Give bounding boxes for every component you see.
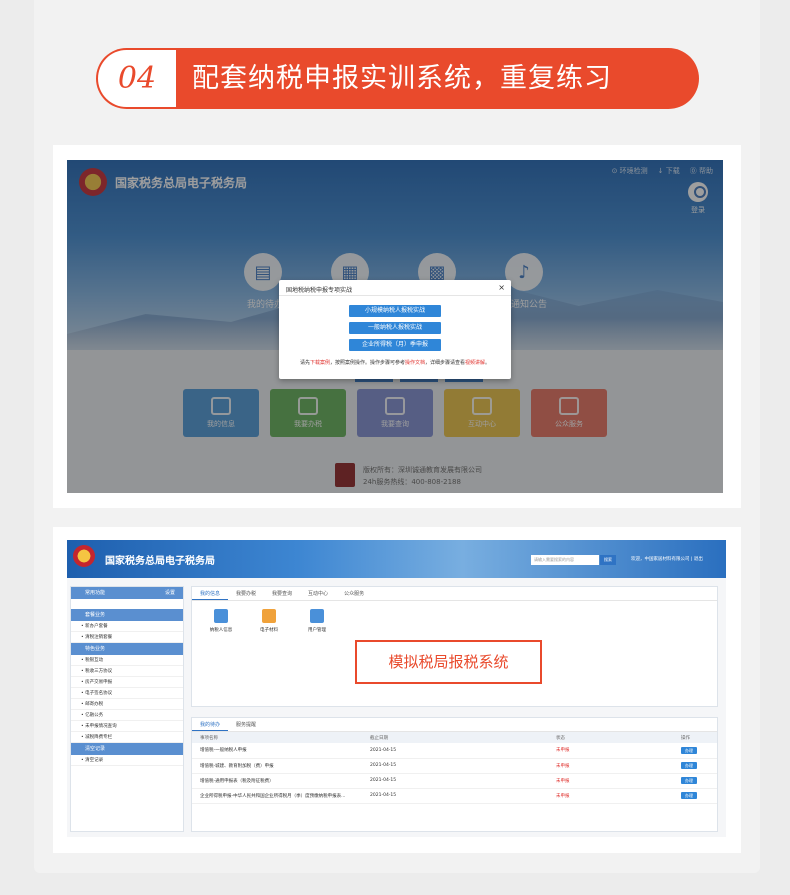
corporate-income-tax-button[interactable]: 企业所得税（月）季申报 (349, 339, 441, 351)
sidebar-group-header[interactable]: 套餐业务 (71, 609, 183, 621)
callout-label: 模拟税局报税系统 (355, 640, 542, 684)
quick-label: 电子材料 (260, 628, 278, 633)
task-name: 增值税-一般纳税人申报 (192, 743, 362, 759)
modal-title: 国地税纳税申报专项实战 (286, 287, 353, 294)
id-card-icon (214, 609, 228, 623)
section-number: 04 (98, 50, 176, 107)
action-cell: 办理 (673, 743, 717, 759)
quick-label: 纳税人信息 (209, 628, 233, 633)
deadline: 2021-04-15 (362, 743, 548, 759)
section-header: 04 配套纳税申报实训系统，重复练习 (96, 48, 699, 109)
column-header: 事项名称 (192, 732, 362, 743)
action-cell: 办理 (673, 758, 717, 774)
note-text: 。 (485, 360, 491, 366)
tab-interaction[interactable]: 互动中心 (300, 587, 336, 600)
todo-panel: 我的待办 服务提醒 事项名称 截止日期 状态 操作 增值税-一般纳税人申报 20… (191, 717, 718, 832)
content-card: 04 配套纳税申报实训系统，重复练习 国家税务总局电子税务局 ⊙ 环境检测 ↓ … (34, 0, 760, 873)
status-badge: 未申报 (548, 743, 673, 759)
general-taxpayer-button[interactable]: 一般纳税人报税实战 (349, 322, 441, 334)
quick-taxpayer-info[interactable]: 纳税人信息 (206, 609, 236, 633)
sidebar-item[interactable]: • 减税降费专栏 (71, 732, 183, 743)
action-cell: 办理 (673, 773, 717, 789)
column-header: 操作 (673, 732, 717, 743)
tax-emblem-icon (73, 545, 95, 567)
quick-user-management[interactable]: 用户管理 (302, 609, 332, 633)
sidebar-header-label: 常用功能 (85, 590, 106, 596)
tab-public-service[interactable]: 公众服务 (336, 587, 372, 600)
tab-tax-handling[interactable]: 我要办税 (228, 587, 264, 600)
todo-table: 事项名称 截止日期 状态 操作 增值税-一般纳税人申报 2021-04-15 未… (192, 732, 717, 804)
status-badge: 未申报 (548, 758, 673, 774)
tab-service-reminder[interactable]: 服务提醒 (228, 718, 264, 731)
status-badge: 未申报 (548, 788, 673, 804)
sidebar-header: 常用功能 设置 (71, 587, 183, 599)
section-title: 配套纳税申报实训系统，重复练习 (192, 63, 612, 94)
close-icon[interactable]: × (498, 283, 505, 292)
task-name: 增值税-通用申报表（税及附征税费） (192, 773, 362, 789)
handle-button[interactable]: 办理 (681, 746, 697, 754)
operation-doc-link[interactable]: 操作文档 (405, 360, 425, 366)
sidebar-item[interactable]: • 清税注销套餐 (71, 632, 183, 643)
download-case-link[interactable]: 下载案例 (310, 360, 330, 366)
folder-icon (262, 609, 276, 623)
sidebar-item[interactable]: • 清空记录 (71, 755, 183, 766)
note-text: 请先 (299, 360, 310, 366)
search-button[interactable]: 搜索 (600, 555, 616, 565)
modal-instructions: 请先下载案例，按照案例操作。操作步骤可参考操作文档，详细步骤请查看视频讲解。 (279, 359, 511, 366)
note-text: ，按照案例操作。操作步骤可参考 (329, 360, 405, 366)
handle-button[interactable]: 办理 (681, 792, 697, 799)
tab-my-todo[interactable]: 我的待办 (192, 718, 229, 731)
sidebar-item[interactable]: • 房产交易申报 (71, 677, 183, 688)
screenshot-panel-1: 国家税务总局电子税务局 ⊙ 环境检测 ↓ 下载 ⓪ 帮助 登录 ▤ 我的待办 ▦… (53, 145, 741, 508)
search-input[interactable]: 请输入需要搜索的内容 (531, 555, 599, 565)
welcome-text: 欢迎，中国家居材料有限公司 | 退出 (631, 557, 703, 562)
sidebar-item[interactable]: • 邮寄办税 (71, 699, 183, 710)
main-tabs: 我的信息 我要办税 我要查询 互动中心 公众服务 (192, 587, 717, 601)
table-row: 增值税-城建、教育附加税（费）申报 2021-04-15 未申报 办理 (192, 758, 717, 774)
action-cell: 办理 (673, 788, 717, 804)
todo-tabs: 我的待办 服务提醒 (192, 718, 717, 732)
task-name: 增值税-城建、教育附加税（费）申报 (192, 758, 362, 774)
etax-workspace-screenshot: 国家税务总局电子税务局 请输入需要搜索的内容 搜索 欢迎，中国家居材料有限公司 … (67, 540, 726, 837)
quick-e-materials[interactable]: 电子材料 (254, 609, 284, 633)
column-header: 截止日期 (362, 732, 548, 743)
table-row: 增值税-一般纳税人申报 2021-04-15 未申报 办理 (192, 743, 717, 759)
task-name: 企业所得税申报-中华人民共和国企业所得税月（季）度预缴纳税申报表... (192, 788, 362, 804)
divider (279, 295, 511, 296)
tab-my-info[interactable]: 我的信息 (192, 587, 229, 600)
sidebar-item[interactable]: • 税银互动 (71, 655, 183, 666)
table-row: 企业所得税申报-中华人民共和国企业所得税月（季）度预缴纳税申报表... 2021… (192, 788, 717, 804)
deadline: 2021-04-15 (362, 773, 548, 789)
sidebar-item[interactable]: • 电子签名协议 (71, 688, 183, 699)
sidebar-item[interactable]: • 税收三方协议 (71, 666, 183, 677)
handle-button[interactable]: 办理 (681, 762, 697, 769)
sidebar-settings-link[interactable]: 设置 (165, 587, 175, 599)
sidebar-group-header[interactable]: 特色业务 (71, 643, 183, 655)
users-icon (310, 609, 324, 623)
sidebar: 常用功能 设置 套餐业务 • 新办户套餐 • 清税注销套餐 特色业务 • 税银互动… (70, 586, 184, 832)
etax-home-screenshot: 国家税务总局电子税务局 ⊙ 环境检测 ↓ 下载 ⓪ 帮助 登录 ▤ 我的待办 ▦… (67, 160, 723, 493)
small-scale-taxpayer-button[interactable]: 小规模纳税人报税实战 (349, 305, 441, 317)
sidebar-item[interactable]: • 新办户套餐 (71, 621, 183, 632)
deadline: 2021-04-15 (362, 788, 548, 804)
site-title: 国家税务总局电子税务局 (105, 556, 215, 567)
table-row: 增值税-通用申报表（税及附征税费） 2021-04-15 未申报 办理 (192, 773, 717, 789)
handle-button[interactable]: 办理 (681, 777, 697, 784)
sidebar-item[interactable]: • 亿融公务 (71, 710, 183, 721)
column-header: 状态 (548, 732, 673, 743)
table-header-row: 事项名称 截止日期 状态 操作 (192, 732, 717, 743)
status-badge: 未申报 (548, 773, 673, 789)
sidebar-group-header[interactable]: 清空记录 (71, 743, 183, 755)
deadline: 2021-04-15 (362, 758, 548, 774)
note-text: ，详细步骤请查看 (425, 360, 466, 366)
video-link[interactable]: 视频讲解 (465, 360, 485, 366)
practice-modal: 国地税纳税申报专项实战 × 小规模纳税人报税实战 一般纳税人报税实战 企业所得税… (279, 280, 511, 379)
tab-query[interactable]: 我要查询 (264, 587, 300, 600)
screenshot-panel-2: 国家税务总局电子税务局 请输入需要搜索的内容 搜索 欢迎，中国家居材料有限公司 … (53, 527, 741, 853)
quick-label: 用户管理 (308, 628, 326, 633)
sidebar-item[interactable]: • 未申报情况查询 (71, 721, 183, 732)
